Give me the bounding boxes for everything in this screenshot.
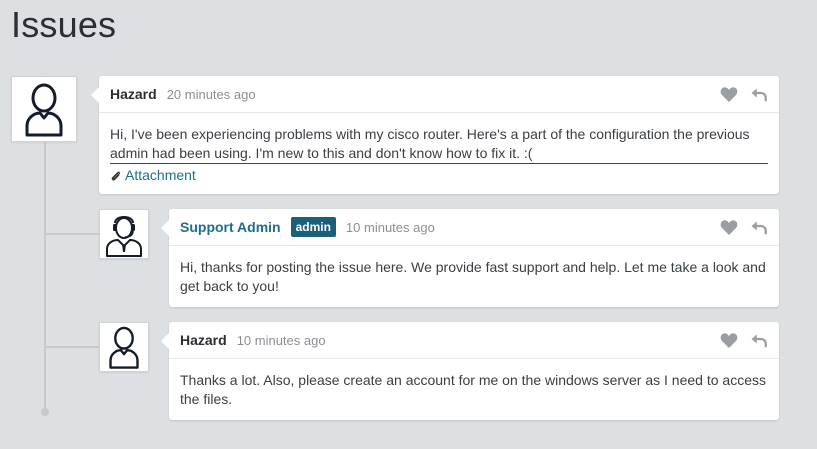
page-title: Issues [11,4,117,45]
comment-body: Hi, I've been experiencing problems with… [99,113,779,195]
comment-header: Hazard 10 minutes ago [169,322,779,359]
comment-author[interactable]: Hazard [110,86,157,102]
thread-branch [44,346,100,348]
comment-actions [720,219,768,236]
support-agent-headset-icon [106,216,142,257]
thread-line [44,138,46,412]
user-outline-icon [109,326,139,369]
paperclip-icon [111,171,120,180]
user-outline-icon [25,83,63,137]
comment-header: Hazard 20 minutes ago [99,76,779,113]
comment-actions [720,86,768,103]
heart-icon[interactable] [720,332,738,349]
comment-text: Hi, I've been experiencing problems with… [110,125,768,164]
avatar[interactable] [11,76,77,142]
comment-actions [720,332,768,349]
reply-icon[interactable] [750,332,768,349]
reply-icon[interactable] [750,219,768,236]
comment-text: Hi, thanks for posting the issue here. W… [180,259,766,294]
comment-card: Support Admin admin 10 minutes ago Hi, t… [161,209,779,307]
comment-timestamp: 10 minutes ago [345,219,435,235]
comment-card: Hazard 20 minutes ago Hi, I've been expe… [91,76,779,195]
attachment-link[interactable]: Attachment [110,166,768,185]
comment-timestamp: 20 minutes ago [166,86,256,102]
comment-timestamp: 10 minutes ago [236,332,326,348]
reply-icon[interactable] [750,86,768,103]
role-badge: admin [290,217,336,237]
comment-body: Thanks a lot. Also, please create an acc… [169,359,779,419]
thread-branch [44,233,100,235]
heart-icon[interactable] [720,86,738,103]
attachment-label[interactable]: Attachment [125,166,196,185]
comment-body: Hi, thanks for posting the issue here. W… [169,246,779,306]
thread-end-dot [41,408,49,416]
avatar[interactable] [99,322,149,372]
comment-card: Hazard 10 minutes ago Thanks a lot. Also… [161,322,779,420]
comment-author[interactable]: Hazard [180,332,227,348]
comment-text: Thanks a lot. Also, please create an acc… [180,372,766,407]
comment-author[interactable]: Support Admin [180,219,281,235]
comment-header: Support Admin admin 10 minutes ago [169,209,779,246]
avatar[interactable] [99,209,149,259]
heart-icon[interactable] [720,219,738,236]
